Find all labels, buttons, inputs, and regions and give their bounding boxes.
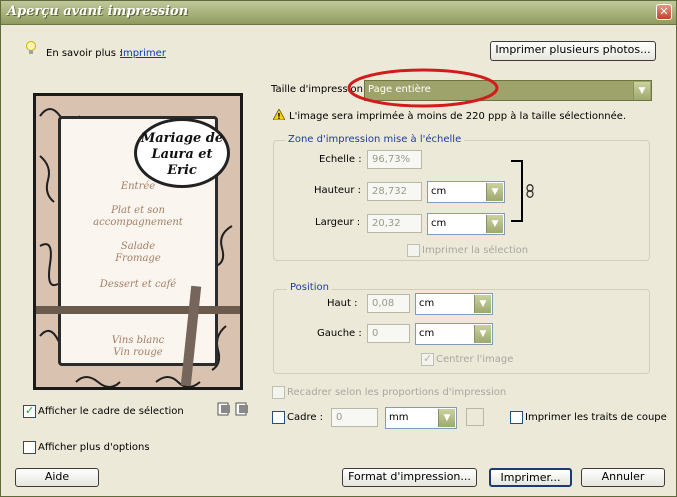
- cancel-button[interactable]: Annuler: [581, 468, 665, 487]
- height-field[interactable]: 28,732: [367, 182, 422, 201]
- left-unit-value: cm: [419, 328, 435, 339]
- top-unit-select[interactable]: cm ▼: [415, 293, 493, 315]
- center-image-checkbox[interactable]: ✓: [421, 352, 434, 366]
- menu-line: Fromage: [115, 253, 161, 264]
- crop-marks-label: Imprimer les traits de coupe: [525, 412, 667, 423]
- chevron-down-icon[interactable]: ▼: [438, 409, 455, 427]
- print-preview-image: Entrée Plat et son accompagnement Salade…: [33, 93, 243, 390]
- left-label: Gauche :: [317, 328, 362, 339]
- lightbulb-icon: [26, 41, 36, 54]
- help-button[interactable]: Aide: [15, 468, 99, 487]
- frame-unit-value: mm: [389, 412, 409, 423]
- menu-line: Salade: [120, 241, 156, 252]
- show-bounding-box-checkbox[interactable]: ✓: [23, 404, 36, 418]
- frame-checkbox[interactable]: [272, 411, 285, 424]
- show-more-options-checkbox[interactable]: [23, 441, 36, 454]
- constrain-proportions-bracket: [511, 160, 523, 222]
- close-icon: ✕: [659, 5, 669, 18]
- resolution-warning: L'image sera imprimée à moins de 220 ppp…: [289, 111, 627, 122]
- page-setup-button[interactable]: Format d'impression...: [342, 468, 477, 487]
- card-title-line: Mariage de: [140, 131, 224, 146]
- reframe-label: Recadrer selon les proportions d'impress…: [287, 387, 507, 398]
- chevron-down-icon[interactable]: ▼: [474, 325, 491, 343]
- print-button[interactable]: Imprimer...: [489, 468, 572, 487]
- height-label: Hauteur :: [314, 185, 362, 196]
- frame-unit-select[interactable]: mm ▼: [385, 407, 457, 429]
- orientation-icons[interactable]: [217, 402, 251, 416]
- top-unit-value: cm: [419, 298, 435, 309]
- window-title: Aperçu avant impression: [7, 4, 189, 19]
- scale-label: Echelle :: [319, 154, 362, 165]
- left-unit-select[interactable]: cm ▼: [415, 323, 493, 345]
- left-field[interactable]: 0: [367, 324, 410, 343]
- reframe-checkbox[interactable]: [272, 386, 285, 399]
- show-bounding-box-label: Afficher le cadre de sélection: [38, 406, 184, 417]
- width-unit-value: cm: [431, 218, 447, 229]
- print-multiple-button[interactable]: Imprimer plusieurs photos...: [490, 41, 656, 61]
- frame-label: Cadre :: [287, 412, 324, 423]
- top-field[interactable]: 0,08: [367, 294, 410, 313]
- close-button[interactable]: ✕: [656, 4, 672, 20]
- print-preview-dialog: Aperçu avant impression ✕ En savoir plus…: [0, 0, 677, 497]
- print-selection-label: Imprimer la sélection: [422, 245, 529, 256]
- crop-marks-checkbox[interactable]: [510, 411, 523, 424]
- chevron-down-icon[interactable]: ▼: [486, 183, 503, 201]
- chevron-down-icon[interactable]: ▼: [474, 295, 491, 313]
- top-label: Haut :: [327, 298, 358, 309]
- menu-line: accompagnement: [93, 217, 183, 228]
- highlight-oval: [347, 68, 499, 108]
- ribbon: [36, 306, 240, 314]
- title-bar[interactable]: Aperçu avant impression ✕: [1, 1, 676, 25]
- warning-icon: !: [273, 109, 285, 120]
- position-legend: Position: [287, 282, 332, 293]
- chevron-down-icon[interactable]: ▼: [486, 215, 503, 233]
- scale-field[interactable]: 96,73%: [367, 150, 422, 169]
- scaled-area-legend: Zone d'impression mise à l'échelle: [285, 134, 465, 145]
- show-more-options-label: Afficher plus d'options: [38, 442, 150, 453]
- title-medallion: Mariage de Laura et Eric: [134, 118, 230, 188]
- help-link[interactable]: Imprimer: [120, 48, 166, 59]
- frame-field[interactable]: 0: [331, 408, 378, 427]
- width-field[interactable]: 20,32: [367, 214, 422, 233]
- height-unit-select[interactable]: cm ▼: [427, 181, 505, 203]
- card-title-line: Laura et Eric: [151, 147, 213, 178]
- width-unit-select[interactable]: cm ▼: [427, 213, 505, 235]
- width-label: Largeur :: [315, 217, 361, 228]
- height-unit-value: cm: [431, 186, 447, 197]
- svg-text:!: !: [277, 112, 281, 120]
- center-image-label: Centrer l'image: [436, 354, 514, 365]
- chevron-down-icon[interactable]: ▼: [633, 82, 650, 100]
- help-prefix: En savoir plus :: [46, 48, 123, 59]
- preview-paper: Entrée Plat et son accompagnement Salade…: [36, 96, 240, 387]
- print-selection-checkbox[interactable]: [407, 244, 420, 257]
- frame-color-swatch[interactable]: [466, 408, 484, 426]
- link-icon[interactable]: [526, 184, 534, 198]
- menu-line: Plat et son: [111, 205, 165, 216]
